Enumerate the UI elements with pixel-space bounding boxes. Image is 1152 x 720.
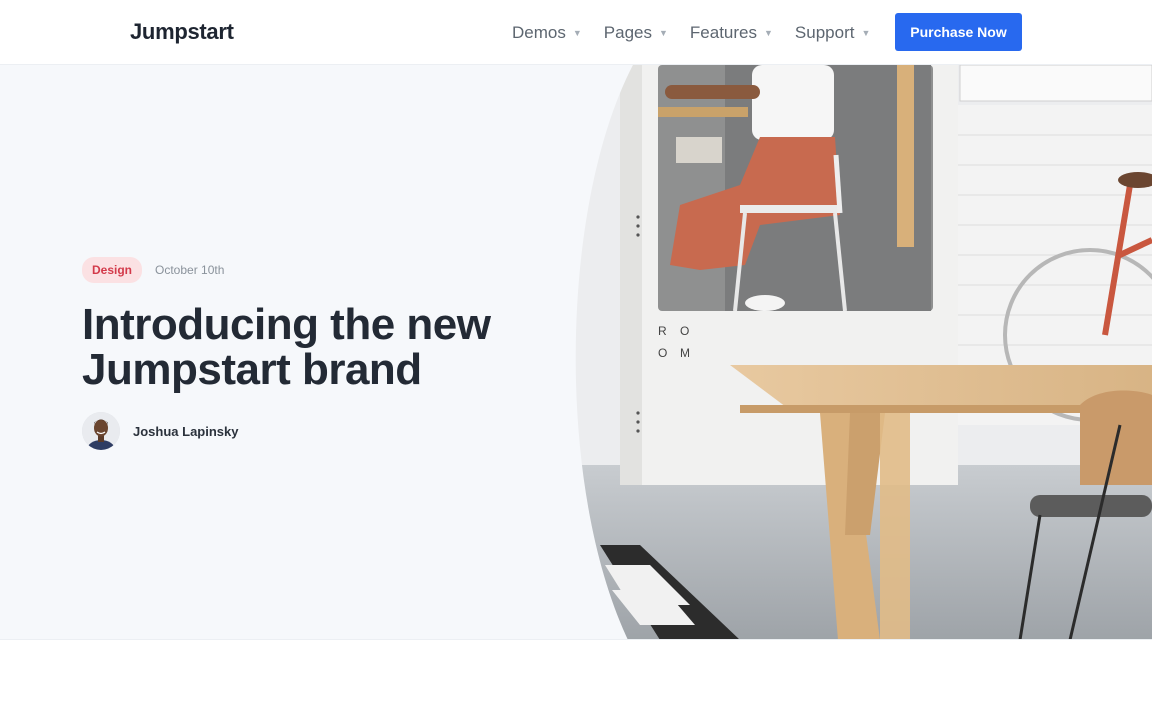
article-intro: Design October 10th Introducing the new … <box>82 257 552 450</box>
article-meta: Design October 10th <box>82 257 552 283</box>
caret-down-icon: ▼ <box>658 27 668 38</box>
person-avatar-icon <box>82 412 120 450</box>
article-title: Introducing the new Jumpstart brand <box>82 302 552 392</box>
caret-down-icon: ▼ <box>861 27 871 38</box>
logo[interactable]: Jumpstart <box>130 19 234 45</box>
category-badge[interactable]: Design <box>82 257 143 283</box>
room-letter: M <box>680 346 690 360</box>
nav-features[interactable]: Features ▼ <box>690 23 773 43</box>
nav-pages-label: Pages <box>603 22 652 42</box>
title-line-1: Introducing the new <box>82 300 491 349</box>
site-header: Jumpstart Demos ▼ Pages ▼ Features ▼ Sup… <box>0 0 1152 65</box>
nav-support[interactable]: Support ▼ <box>795 23 870 43</box>
caret-down-icon: ▼ <box>764 27 773 38</box>
publish-date: October 10th <box>155 263 225 277</box>
purchase-now-button[interactable]: Purchase Now <box>895 13 1022 51</box>
author-name[interactable]: Joshua Lapinsky <box>133 424 238 439</box>
avatar[interactable] <box>82 412 120 450</box>
room-letter: O <box>680 324 689 338</box>
nav-demos-label: Demos <box>512 22 566 42</box>
room-letter: R <box>658 324 667 338</box>
nav-demos[interactable]: Demos ▼ <box>512 23 582 43</box>
caret-down-icon: ▼ <box>572 27 582 38</box>
hero-section: R O O M Design October 10th Introducing … <box>0 65 1152 640</box>
nav-support-label: Support <box>794 22 855 42</box>
main-nav: Demos ▼ Pages ▼ Features ▼ Support ▼ <box>512 0 892 65</box>
room-letter: O <box>658 346 667 360</box>
nav-features-label: Features <box>689 22 757 42</box>
author-byline[interactable]: Joshua Lapinsky <box>82 412 552 450</box>
title-line-2: Jumpstart brand <box>82 345 422 394</box>
nav-pages[interactable]: Pages ▼ <box>604 23 668 43</box>
